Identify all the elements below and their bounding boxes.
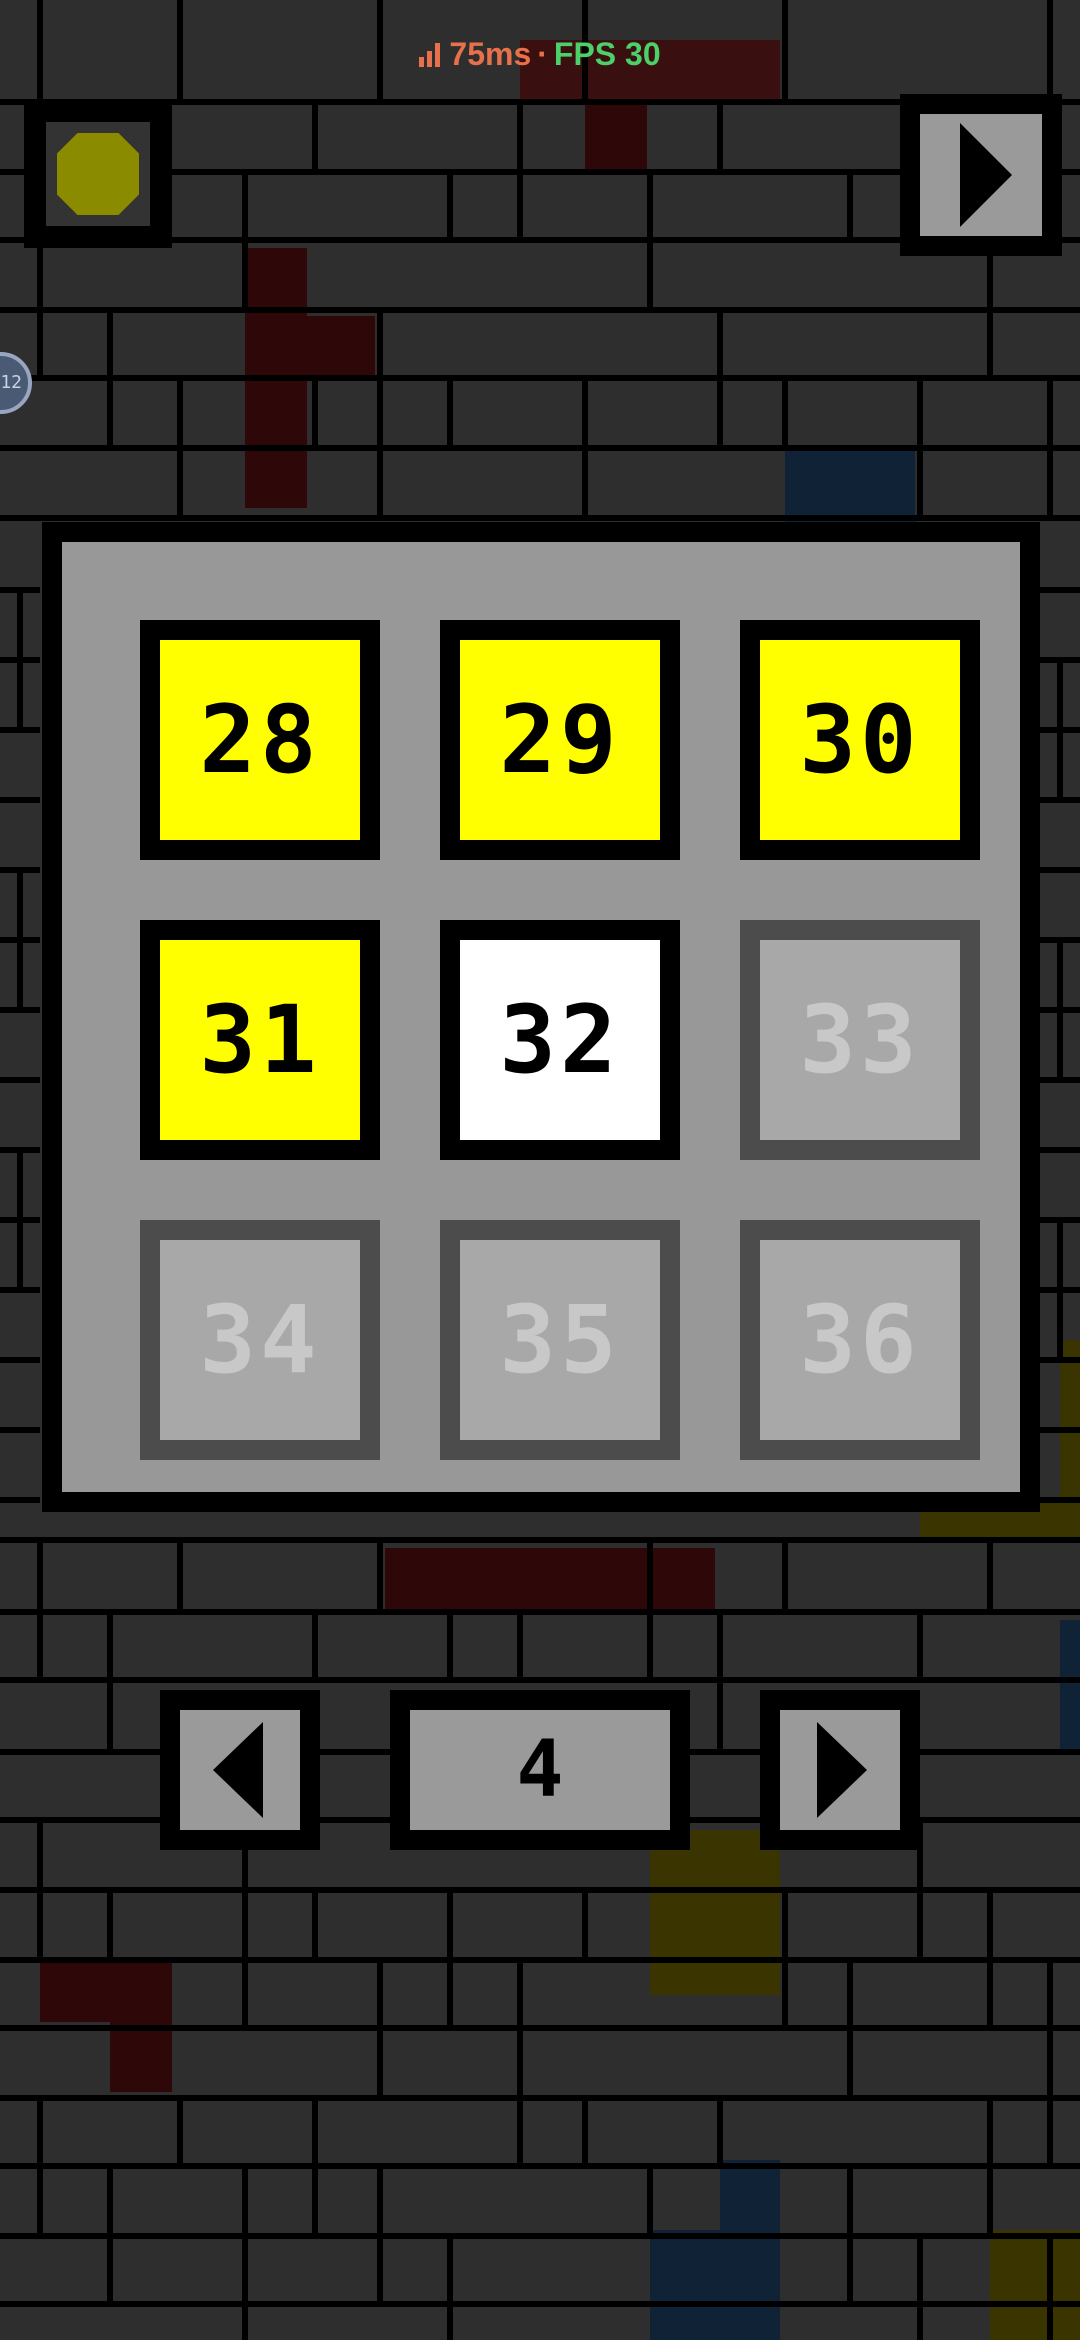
level-tile-30[interactable]: 30 (740, 620, 980, 860)
ping-value: 75ms (449, 36, 532, 72)
level-number: 36 (760, 1240, 960, 1440)
level-tile-29[interactable]: 29 (440, 620, 680, 860)
network-status: 75ms · FPS 30 (0, 36, 1080, 73)
level-tile-28[interactable]: 28 (140, 620, 380, 860)
coin-button[interactable] (24, 100, 172, 248)
level-tile-33[interactable]: 33 (740, 920, 980, 1160)
level-number: 32 (460, 940, 660, 1140)
fps-value: FPS 30 (553, 36, 661, 72)
level-number: 33 (760, 940, 960, 1140)
level-number: 30 (760, 640, 960, 840)
level-tile-36[interactable]: 36 (740, 1220, 980, 1460)
arrow-left-icon (213, 1722, 263, 1818)
prev-page-button[interactable] (160, 1690, 320, 1850)
level-number: 31 (160, 940, 360, 1140)
arrow-right-icon (817, 1722, 867, 1818)
level-tile-31[interactable]: 31 (140, 920, 380, 1160)
level-tile-34[interactable]: 34 (140, 1220, 380, 1460)
coin-icon (57, 133, 139, 215)
page-indicator: 4 (390, 1690, 690, 1850)
level-number: 29 (460, 640, 660, 840)
play-icon (960, 123, 1012, 227)
level-number: 34 (160, 1240, 360, 1440)
level-tile-32[interactable]: 32 (440, 920, 680, 1160)
next-page-button[interactable] (760, 1690, 920, 1850)
status-separator: · (537, 36, 548, 72)
level-select-panel: 28 29 30 31 32 33 34 35 36 (42, 522, 1040, 1512)
play-button[interactable] (900, 94, 1062, 256)
level-number: 28 (160, 640, 360, 840)
level-tile-35[interactable]: 35 (440, 1220, 680, 1460)
page-number: 4 (410, 1710, 670, 1830)
signal-icon (419, 43, 441, 67)
level-number: 35 (460, 1240, 660, 1440)
